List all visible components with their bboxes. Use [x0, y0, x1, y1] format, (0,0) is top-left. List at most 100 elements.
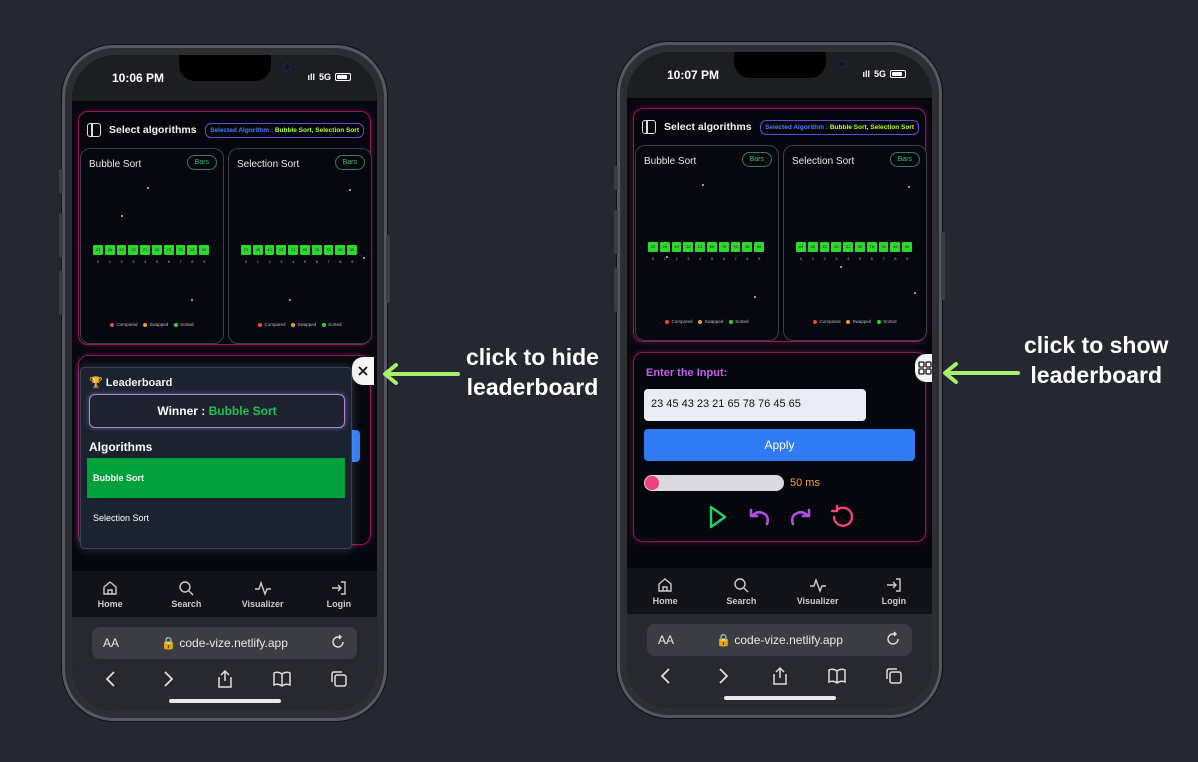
bookmarks-icon[interactable]	[272, 669, 292, 689]
bars-mode-button[interactable]: Bars	[186, 155, 217, 170]
selected-value: Bubble Sort, Selection Sort	[274, 126, 359, 134]
phone-left: 10:06 PM ıll 5G Select algorithms Select…	[59, 45, 390, 721]
apply-button-edge[interactable]	[352, 430, 360, 462]
bar-2: 43	[819, 242, 830, 252]
arrow-icon	[383, 363, 460, 385]
sidebar-toggle-icon[interactable]	[87, 123, 101, 137]
bars-mode-button[interactable]: Bars	[889, 152, 920, 167]
algo-card-selection: Selection Sort Bars 23 0 45 1 43 2 23 3 21 4 65 5 78…	[783, 145, 927, 341]
legend-dot	[174, 322, 179, 327]
forward-icon[interactable]	[713, 666, 733, 686]
bar-index-3: 3	[687, 256, 690, 261]
tab-search[interactable]: Search	[711, 576, 771, 606]
tab-login[interactable]: Login	[309, 579, 369, 609]
speed-value: 50 ms	[790, 477, 820, 489]
legend-item: Compared	[665, 319, 692, 324]
tab-label: Home	[97, 599, 123, 609]
bar-5: 65	[152, 245, 162, 255]
bar-index-1: 1	[108, 259, 111, 264]
home-indicator	[723, 696, 836, 700]
tab-home[interactable]: Home	[80, 579, 140, 609]
caption-line: click to show	[1024, 332, 1169, 358]
login-icon	[886, 578, 901, 592]
algo-name: Bubble Sort	[644, 156, 697, 167]
tab-visualizer[interactable]: Visualizer	[788, 576, 848, 606]
slider-thumb[interactable]	[645, 476, 659, 490]
bottom-tab-bar: Home Search Visualizer Login	[72, 571, 377, 617]
undo-icon[interactable]	[745, 503, 773, 531]
bar-index-8: 8	[894, 256, 897, 261]
algorithms-heading: Algorithms	[89, 440, 153, 454]
redo-icon[interactable]	[787, 503, 815, 531]
bar-7: 76	[323, 245, 334, 255]
sidebar-toggle-icon[interactable]	[642, 120, 656, 134]
bar-9: 65	[347, 245, 357, 255]
bar-index-7: 7	[327, 259, 330, 264]
leaderboard-row-bubble[interactable]: Bubble Sort	[87, 458, 345, 498]
tab-label: Visualizer	[241, 599, 284, 609]
bar-index-9: 9	[203, 259, 206, 264]
bar-index-4: 4	[292, 259, 295, 264]
forward-icon[interactable]	[158, 669, 178, 689]
play-icon[interactable]	[703, 503, 731, 531]
legend: Compared Swapped Sorted	[229, 322, 371, 327]
bars-mode-button[interactable]: Bars	[741, 152, 772, 167]
speed-slider[interactable]	[644, 475, 784, 491]
bar-array: 23 0 45 1 43 2 23 3 21 4 65 5 78 6 76 7 45 8 65 9	[241, 245, 359, 264]
reload-icon[interactable]	[884, 630, 902, 648]
phone-right: 10:07 PM ıll 5G Select algorithms Select…	[614, 42, 945, 718]
array-input[interactable]: 23 45 43 23 21 65 78 76 45 65	[644, 389, 866, 421]
address-bar[interactable]: AA 🔒 code-vize.netlify.app	[92, 627, 357, 659]
volume-down-button	[59, 271, 63, 315]
legend-item: Compared	[813, 319, 840, 324]
bar-index-7: 7	[882, 256, 885, 261]
bar-index-4: 4	[847, 256, 850, 261]
reset-icon[interactable]	[829, 503, 857, 531]
app-view: Select algorithms Selected Algorithm : B…	[72, 101, 377, 571]
tab-login[interactable]: Login	[864, 576, 924, 606]
bar-5: 65	[855, 242, 865, 252]
legend: Compared Swapped Sorted	[636, 319, 778, 324]
bar-5: 65	[300, 245, 310, 255]
bar-0: 23	[93, 245, 103, 255]
tabs-icon[interactable]	[329, 669, 349, 689]
legend-item: Compared	[110, 322, 137, 327]
bookmarks-icon[interactable]	[827, 666, 847, 686]
bar-index-5: 5	[710, 256, 714, 261]
bar-index-3: 3	[835, 256, 838, 261]
tab-visualizer[interactable]: Visualizer	[233, 579, 293, 609]
bar-3: 23	[276, 245, 287, 255]
share-icon[interactable]	[770, 666, 790, 686]
browser-nav	[637, 666, 922, 686]
bar-2: 43	[671, 242, 682, 252]
legend-item: Swapped	[143, 322, 168, 327]
tabs-icon[interactable]	[884, 666, 904, 686]
algorithms-panel: Select algorithms Selected Algorithm : B…	[78, 111, 372, 345]
show-leaderboard-button[interactable]	[915, 354, 932, 382]
volume-up-button	[59, 213, 63, 257]
bar-9: 65	[199, 245, 209, 255]
hide-leaderboard-button[interactable]	[352, 357, 374, 385]
bar-index-6: 6	[167, 259, 170, 264]
bar-1: 45	[659, 242, 670, 252]
back-icon[interactable]	[101, 669, 121, 689]
grid-icon	[918, 361, 932, 375]
share-icon[interactable]	[215, 669, 235, 689]
tab-search[interactable]: Search	[156, 579, 216, 609]
leaderboard-row-selection[interactable]: Selection Sort	[87, 498, 345, 538]
selected-algorithm-badge[interactable]: Selected Algorithm : Bubble Sort, Select…	[760, 119, 919, 135]
address-bar[interactable]: AA 🔒 code-vize.netlify.app	[647, 624, 912, 656]
safari-toolbar: AA 🔒 code-vize.netlify.app	[627, 614, 932, 708]
tab-home[interactable]: Home	[635, 576, 695, 606]
enter-input-label: Enter the Input:	[646, 367, 728, 379]
selected-value: Bubble Sort, Selection Sort	[829, 123, 914, 131]
bar-index-1: 1	[256, 259, 259, 264]
selected-algorithm-badge[interactable]: Selected Algorithm : Bubble Sort, Select…	[205, 122, 364, 138]
legend-item: Sorted	[877, 319, 897, 324]
bars-mode-button[interactable]: Bars	[334, 155, 365, 170]
bar-7: 76	[878, 242, 889, 252]
reload-icon[interactable]	[329, 633, 347, 651]
back-icon[interactable]	[656, 666, 676, 686]
apply-button[interactable]: Apply	[644, 429, 915, 461]
url-label: code-vize.netlify.app	[179, 636, 288, 650]
